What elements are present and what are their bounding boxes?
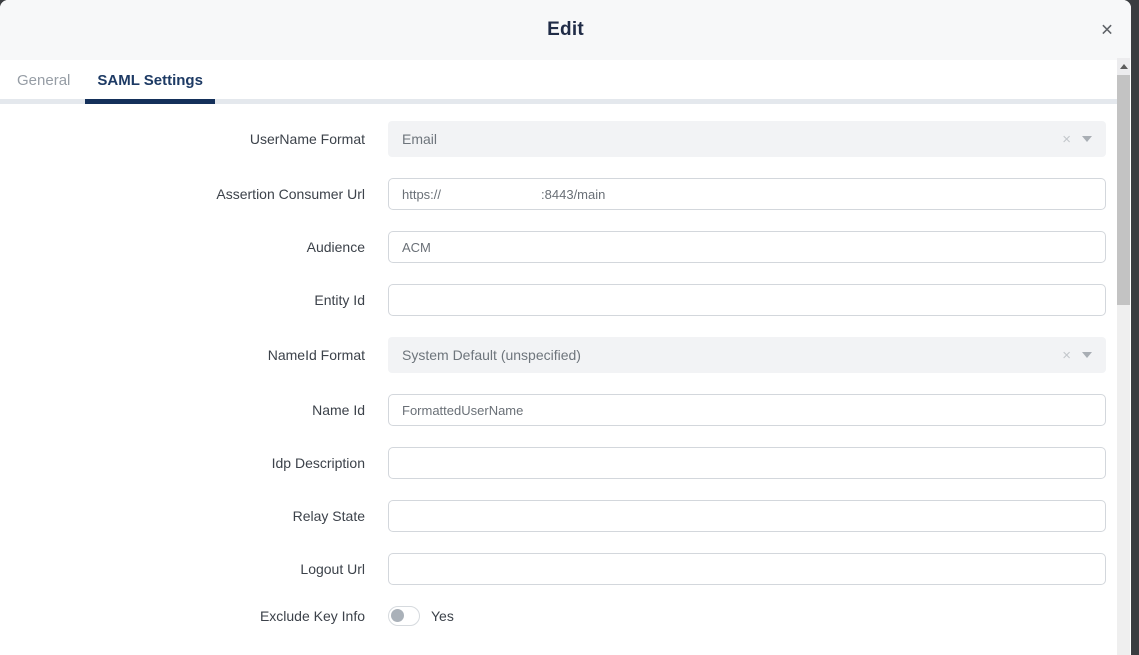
tab-general[interactable]: General [17, 60, 70, 104]
idp-description-input[interactable] [388, 447, 1106, 479]
form-row-logout-url: Logout Url [0, 553, 1131, 585]
form-row-nameid-format: NameId Format System Default (unspecified… [0, 337, 1131, 373]
field-control-entity-id [388, 284, 1106, 316]
toggle-knob[interactable] [391, 609, 404, 622]
relay-state-input[interactable] [388, 500, 1106, 532]
field-control-logout-url [388, 553, 1106, 585]
field-label-name-id: Name Id [0, 402, 365, 418]
assertion-consumer-url-input[interactable]: https:// :8443/main [388, 178, 1106, 210]
scrollbar[interactable] [1117, 58, 1130, 655]
clear-icon[interactable]: × [1062, 348, 1071, 363]
modal-title: Edit [547, 19, 584, 41]
name-id-input[interactable] [388, 394, 1106, 426]
exclude-key-info-value-label: Yes [431, 608, 454, 624]
field-control-assertion-consumer-url: https:// :8443/main [388, 178, 1106, 210]
close-icon[interactable]: × [1095, 20, 1119, 41]
field-label-entity-id: Entity Id [0, 292, 365, 308]
caret-down-icon[interactable] [1082, 136, 1092, 142]
exclude-key-info-toggle[interactable] [388, 606, 420, 626]
form-row-audience: Audience [0, 231, 1131, 263]
form-row-exclude-key-info: Exclude Key Info Yes [0, 606, 1131, 626]
form-fields: UserName Format Email × Assertion Consumer … [0, 121, 1131, 626]
scrollbar-thumb[interactable] [1117, 75, 1130, 305]
field-control-username-format: Email × [388, 121, 1106, 157]
form-row-username-format: UserName Format Email × [0, 121, 1131, 157]
field-label-audience: Audience [0, 239, 365, 255]
logout-url-input[interactable] [388, 553, 1106, 585]
assertion-consumer-url-value-suffix: :8443/main [541, 187, 605, 202]
field-label-nameid-format: NameId Format [0, 347, 365, 363]
tab-bar: General SAML Settings [0, 60, 1131, 104]
username-format-select[interactable]: Email × [388, 121, 1106, 157]
audience-input[interactable] [388, 231, 1106, 263]
entity-id-input[interactable] [388, 284, 1106, 316]
redacted-segment [441, 194, 541, 195]
field-control-idp-description [388, 447, 1106, 479]
field-label-assertion-consumer-url: Assertion Consumer Url [0, 186, 365, 202]
field-label-username-format: UserName Format [0, 131, 365, 147]
clear-icon[interactable]: × [1062, 132, 1071, 147]
form-row-relay-state: Relay State [0, 500, 1131, 532]
tab-saml-settings[interactable]: SAML Settings [97, 60, 203, 104]
form-row-entity-id: Entity Id [0, 284, 1131, 316]
field-label-relay-state: Relay State [0, 508, 365, 524]
caret-up-icon [1120, 64, 1128, 69]
nameid-format-select[interactable]: System Default (unspecified) × [388, 337, 1106, 373]
nameid-format-selected-value: System Default (unspecified) [402, 347, 581, 363]
field-label-exclude-key-info: Exclude Key Info [0, 608, 365, 624]
assertion-consumer-url-value-prefix: https:// [402, 187, 441, 202]
modal-header: Edit × [0, 0, 1131, 60]
username-format-selected-value: Email [402, 131, 437, 147]
field-control-exclude-key-info: Yes [388, 606, 1106, 626]
field-label-idp-description: Idp Description [0, 455, 365, 471]
form-row-idp-description: Idp Description [0, 447, 1131, 479]
form-row-assertion-consumer-url: Assertion Consumer Url https:// :8443/main [0, 178, 1131, 210]
field-control-nameid-format: System Default (unspecified) × [388, 337, 1106, 373]
form-row-name-id: Name Id [0, 394, 1131, 426]
scrollbar-up-button[interactable] [1117, 58, 1130, 75]
caret-down-icon[interactable] [1082, 352, 1092, 358]
field-label-logout-url: Logout Url [0, 561, 365, 577]
edit-modal: Edit × General SAML Settings UserName Fo… [0, 0, 1131, 655]
field-control-name-id [388, 394, 1106, 426]
form-content: UserName Format Email × Assertion Consumer … [0, 104, 1131, 626]
field-control-relay-state [388, 500, 1106, 532]
field-control-audience [388, 231, 1106, 263]
